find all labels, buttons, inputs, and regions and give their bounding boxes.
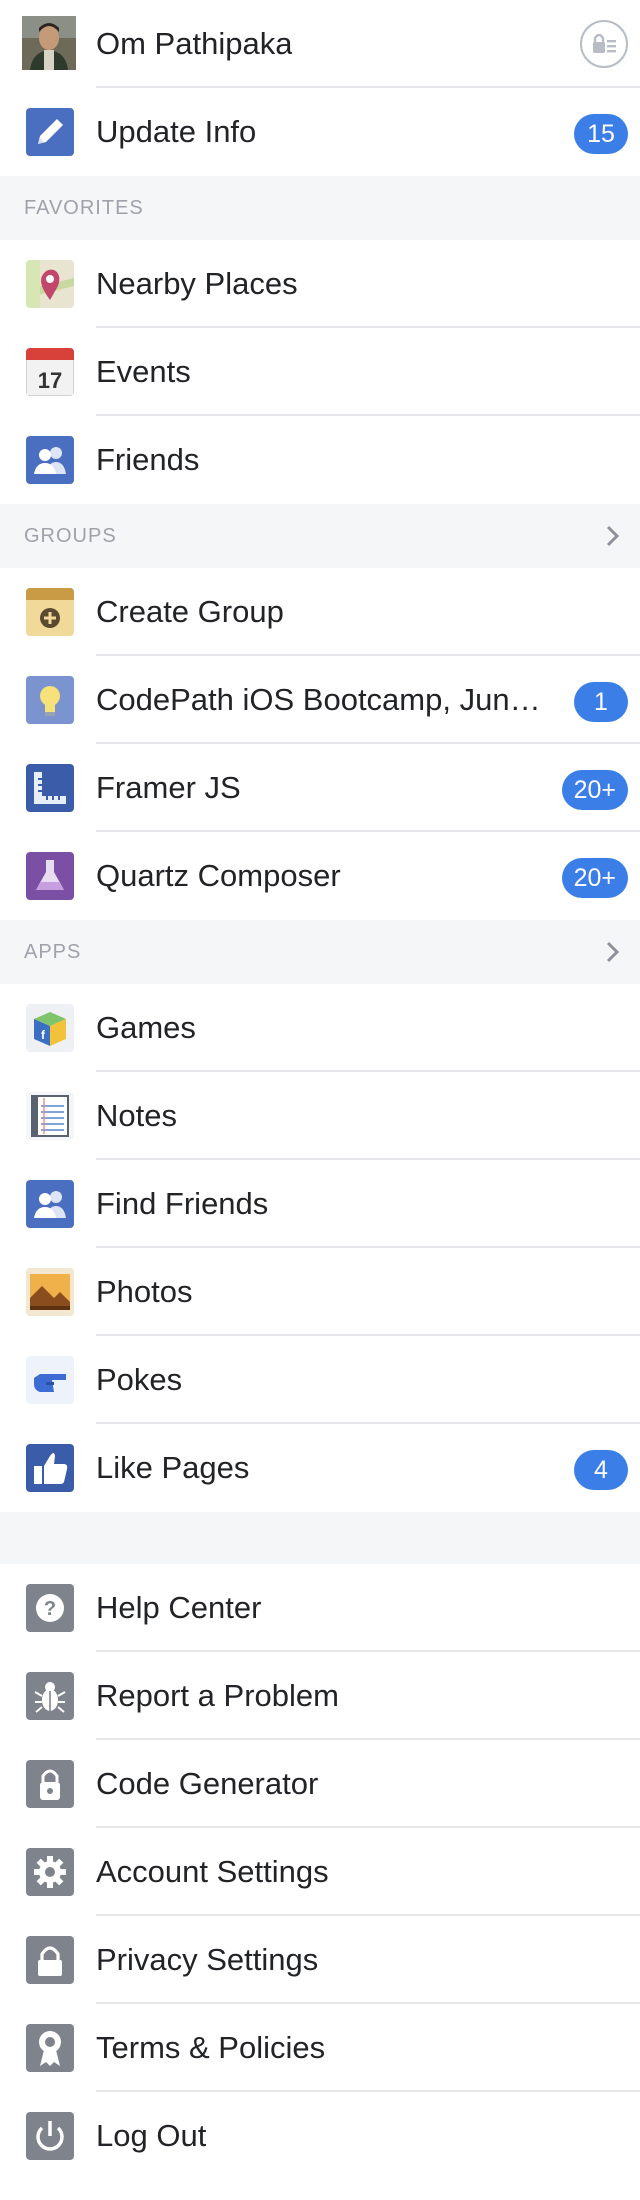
settings-item-label: Privacy Settings (96, 1942, 319, 1977)
privacy-shortcut-icon[interactable] (580, 20, 628, 68)
apps-item-label: Games (96, 1010, 196, 1045)
settings-item-privacy-settings[interactable]: Privacy Settings (0, 1916, 640, 2004)
notepad-icon (26, 1092, 74, 1140)
apps-item-label: Photos (96, 1274, 193, 1309)
apps-item-label: Notes (96, 1098, 177, 1133)
apps-header[interactable]: APPS (0, 920, 640, 984)
create-group-icon (26, 588, 74, 636)
padlock-icon (26, 1936, 74, 1984)
avatar (22, 16, 76, 70)
groups-item-badge: 20+ (561, 858, 628, 898)
apps-item-label: Pokes (96, 1362, 183, 1397)
svg-text:?: ? (44, 1598, 56, 1620)
section-spacer (0, 1512, 640, 1564)
code-lock-icon (26, 1760, 74, 1808)
apps-title: APPS (24, 941, 82, 963)
flask-icon (26, 852, 74, 900)
power-icon (26, 2112, 74, 2160)
groups-item-label: Framer JS (96, 770, 241, 805)
gear-icon (26, 1848, 74, 1896)
update-info-label: Update Info (96, 114, 257, 149)
groups-item-codepath[interactable]: CodePath iOS Bootcamp, Jun… 1 (0, 656, 640, 744)
settings-item-label: Help Center (96, 1590, 262, 1625)
settings-item-code-generator[interactable]: Code Generator (0, 1740, 640, 1828)
groups-item-quartz-composer[interactable]: Quartz Composer 20+ (0, 832, 640, 920)
games-cube-icon: f (26, 1004, 74, 1052)
favorites-item-label: Nearby Places (96, 266, 298, 301)
favorites-item-label: Events (96, 354, 191, 389)
friends-icon (26, 436, 74, 484)
ribbon-icon (26, 2024, 74, 2072)
apps-item-label: Find Friends (96, 1186, 269, 1221)
update-info-badge: 15 (574, 114, 628, 154)
groups-item-badge: 20+ (561, 770, 628, 810)
question-icon: ? (26, 1584, 74, 1632)
poke-hand-icon (26, 1356, 74, 1404)
settings-item-label: Account Settings (96, 1854, 329, 1889)
groups-header[interactable]: GROUPS (0, 504, 640, 568)
calendar-icon: 17 (26, 348, 74, 396)
groups-item-label: Create Group (96, 594, 284, 629)
lightbulb-icon (26, 676, 74, 724)
apps-item-like-pages[interactable]: Like Pages 4 (0, 1424, 640, 1512)
apps-item-find-friends[interactable]: Find Friends (0, 1160, 640, 1248)
groups-item-label: Quartz Composer (96, 858, 341, 893)
settings-item-help-center[interactable]: ? Help Center (0, 1564, 640, 1652)
bug-icon (26, 1672, 74, 1720)
find-friends-icon (26, 1180, 74, 1228)
map-pin-icon (26, 260, 74, 308)
favorites-header: FAVORITES (0, 176, 640, 240)
groups-item-label: CodePath iOS Bootcamp, Jun… (96, 682, 541, 717)
settings-item-terms-policies[interactable]: Terms & Policies (0, 2004, 640, 2092)
chevron-right-icon (606, 525, 620, 547)
apps-item-badge: 4 (574, 1450, 628, 1490)
thumbs-up-icon (26, 1444, 74, 1492)
favorites-item-friends[interactable]: Friends (0, 416, 640, 504)
favorites-item-nearby-places[interactable]: Nearby Places (0, 240, 640, 328)
favorites-item-events[interactable]: 17 Events (0, 328, 640, 416)
ruler-icon (26, 764, 74, 812)
groups-item-framer-js[interactable]: Framer JS 20+ (0, 744, 640, 832)
apps-item-label: Like Pages (96, 1450, 250, 1485)
update-info-row[interactable]: Update Info 15 (0, 88, 640, 176)
settings-item-label: Report a Problem (96, 1678, 339, 1713)
settings-item-label: Log Out (96, 2118, 207, 2153)
profile-row[interactable]: Om Pathipaka (0, 0, 640, 88)
favorites-title: FAVORITES (24, 197, 144, 219)
apps-item-notes[interactable]: Notes (0, 1072, 640, 1160)
groups-title: GROUPS (24, 525, 117, 547)
settings-item-label: Code Generator (96, 1766, 319, 1801)
settings-item-account-settings[interactable]: Account Settings (0, 1828, 640, 1916)
pencil-icon (26, 108, 74, 156)
photo-icon (26, 1268, 74, 1316)
groups-item-create-group[interactable]: Create Group (0, 568, 640, 656)
apps-item-games[interactable]: f Games (0, 984, 640, 1072)
apps-item-photos[interactable]: Photos (0, 1248, 640, 1336)
profile-name: Om Pathipaka (96, 26, 293, 61)
favorites-item-label: Friends (96, 442, 200, 477)
calendar-date: 17 (38, 368, 62, 393)
settings-item-label: Terms & Policies (96, 2030, 326, 2065)
chevron-right-icon (606, 941, 620, 963)
settings-item-report-problem[interactable]: Report a Problem (0, 1652, 640, 1740)
settings-item-log-out[interactable]: Log Out (0, 2092, 640, 2180)
apps-item-pokes[interactable]: Pokes (0, 1336, 640, 1424)
groups-item-badge: 1 (574, 682, 628, 722)
